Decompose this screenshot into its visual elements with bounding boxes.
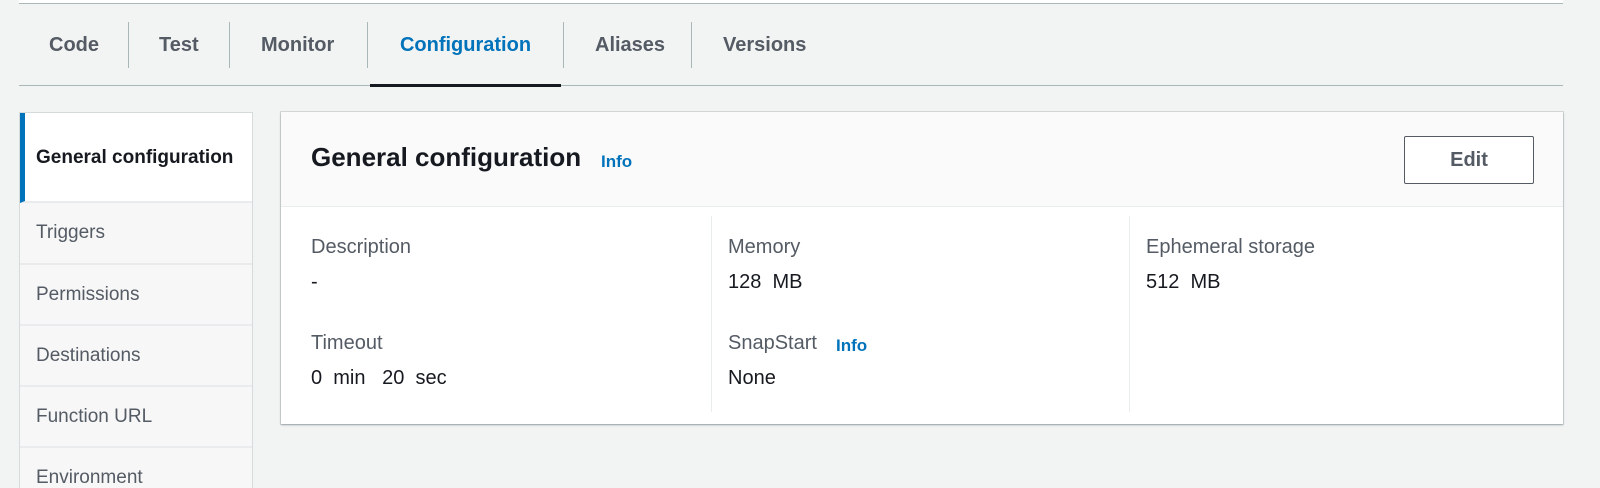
ephemeral-storage-value: 512 MB <box>1146 271 1221 293</box>
info-link[interactable]: Info <box>601 152 632 172</box>
tab-divider <box>563 22 564 68</box>
tab-aliases[interactable]: Aliases <box>595 20 665 86</box>
configuration-side-nav: General configuration Triggers Permissio… <box>19 112 253 488</box>
tab-configuration[interactable]: Configuration <box>370 20 561 87</box>
tab-versions[interactable]: Versions <box>723 20 806 86</box>
function-tabs: Code Test Monitor Configuration Aliases … <box>19 0 1563 87</box>
sidebar-item-destinations[interactable]: Destinations <box>20 326 252 387</box>
sidebar-item-function-url[interactable]: Function URL <box>20 387 252 448</box>
timeout-label: Timeout <box>311 332 383 354</box>
memory-label: Memory <box>728 236 801 258</box>
description-value: - <box>311 271 318 293</box>
snapstart-info-link[interactable]: Info <box>836 336 867 356</box>
tab-divider <box>128 22 129 68</box>
memory-value: 128 MB <box>728 271 803 293</box>
column-divider <box>1129 216 1130 412</box>
edit-button[interactable]: Edit <box>1404 136 1534 184</box>
sidebar-item-environment[interactable]: Environment <box>20 448 252 488</box>
sidebar-item-general-configuration[interactable]: General configuration <box>20 113 252 203</box>
panel-header: General configuration Info Edit <box>281 112 1563 207</box>
panel-title: General configuration <box>311 142 582 172</box>
timeout-value: 0 min 20 sec <box>311 367 447 389</box>
tab-monitor[interactable]: Monitor <box>261 20 334 86</box>
tab-code[interactable]: Code <box>49 20 99 86</box>
sidebar-item-triggers[interactable]: Triggers <box>20 203 252 265</box>
snapstart-value: None <box>728 367 776 389</box>
tab-divider <box>229 22 230 68</box>
tab-divider <box>691 22 692 68</box>
field-column-3: Ephemeral storage 512 MB <box>1146 216 1526 414</box>
tab-divider <box>367 22 368 68</box>
snapstart-label: SnapStart <box>728 332 817 354</box>
ephemeral-storage-label: Ephemeral storage <box>1146 236 1315 258</box>
general-configuration-panel: General configuration Info Edit Descript… <box>281 112 1563 424</box>
tab-test[interactable]: Test <box>159 20 199 86</box>
sidebar-item-permissions[interactable]: Permissions <box>20 265 252 326</box>
field-column-1: Description - Timeout 0 min 20 sec <box>311 216 691 414</box>
field-column-2: Memory 128 MB SnapStart Info None <box>728 216 1108 414</box>
column-divider <box>711 216 712 412</box>
description-label: Description <box>311 236 412 258</box>
